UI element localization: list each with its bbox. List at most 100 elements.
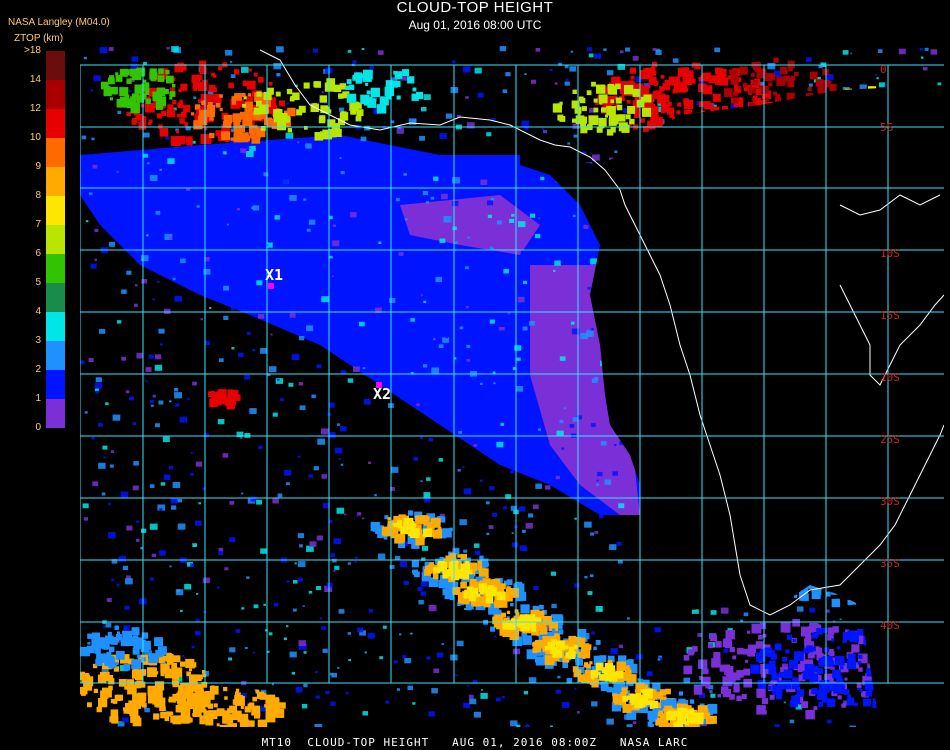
cloud-pixel [693,686,703,695]
legend-tick-label: 9 [35,161,41,172]
cloud-pixel [863,698,871,707]
cloud-pixel [141,279,148,284]
cloud-pixel [511,542,518,548]
cloud-pixel [710,610,717,615]
cloud-pixel [829,84,837,92]
cloud-pixel [131,627,140,636]
cloud-pixel [407,76,415,84]
cloud-pixel [646,671,653,677]
cloud-pixel [111,716,119,724]
cloud-pixel [171,46,179,53]
cloud-pixel [316,535,323,541]
cloud-pixel [728,631,733,635]
cloud-pixel [708,643,714,649]
cloud-pixel [642,107,652,117]
cloud-pixel [246,576,250,579]
cloud-pixel [217,419,225,425]
cloud-pixel [235,688,240,692]
cloud-pixel [677,716,681,720]
cloud-pixel [150,404,154,407]
cloud-pixel [176,692,181,698]
cloud-pixel [649,723,654,727]
cloud-pixel [625,114,631,120]
cloud-pixel [449,527,453,532]
satellite-map: 0 5S 10S 15S 20S 25S 30S 35S 40S X1 X2 [80,45,944,727]
cloud-pixel [389,298,396,303]
cloud-pixel [121,289,127,294]
cloud-pixel [136,67,146,77]
cloud-pixel [180,258,186,263]
cloud-pixel [506,579,513,585]
cloud-pixel [256,499,262,505]
cloud-pixel [636,654,643,660]
cloud-pixel [177,498,182,503]
cloud-pixel [761,698,768,705]
cloud-pixel [114,625,119,630]
cloud-pixel [792,618,800,627]
cloud-pixel [203,269,211,275]
cloud-pixel [180,83,188,91]
cloud-pixel [333,538,341,545]
cloud-pixel [729,69,735,75]
cloud-pixel [82,503,89,509]
cloud-pixel [422,293,429,299]
cloud-pixel [759,622,767,630]
latitude-label: 25S [880,433,900,446]
cloud-pixel [158,328,165,334]
cloud-pixel [91,137,95,141]
cloud-pixel [599,675,603,679]
cloud-pixel [593,646,597,651]
cloud-pixel [478,302,484,308]
cloud-pixel [122,717,129,723]
cloud-pixel [709,690,713,694]
cloud-pixel [723,88,733,97]
cloud-pixel [227,723,237,727]
cloud-pixel [778,671,785,678]
cloud-pixel [739,66,748,75]
cloud-pixel [538,428,542,431]
cloud-pixel [637,678,640,681]
cloud-pixel [103,456,106,459]
cloud-pixel [606,70,614,76]
cloud-pixel [311,394,316,399]
cloud-pixel [430,517,441,528]
cloud-pixel [724,640,733,648]
cloud-pixel [577,629,587,638]
cloud-pixel [572,118,577,123]
cloud-pixel [129,68,138,77]
cloud-pixel [185,716,192,723]
cloud-pixel [94,228,99,232]
cloud-pixel [215,102,221,108]
cloud-pixel [245,101,253,110]
cloud-pixel [439,133,447,139]
cloud-pixel [513,648,521,655]
cloud-pixel [270,333,273,336]
cloud-pixel [558,623,563,628]
cloud-pixel [275,91,281,97]
cloud-pixel [169,92,174,97]
site-marker-label: X2 [373,385,391,403]
cloud-pixel [336,423,341,426]
cloud-pixel [154,364,163,371]
cloud-pixel [154,637,163,647]
cloud-pixel [408,510,414,516]
cloud-pixel [587,591,593,595]
cloud-pixel [626,724,633,727]
cloud-pixel [428,605,437,612]
cloud-pixel [516,357,521,361]
cloud-pixel [510,603,514,607]
cloud-pixel [399,561,407,567]
cloud-pixel [442,572,449,579]
cloud-pixel [322,648,328,653]
cloud-pixel [698,659,708,669]
cloud-pixel [172,99,177,105]
cloud-pixel [488,525,494,530]
cloud-pixel [314,132,324,141]
cloud-pixel [302,605,305,608]
cloud-pixel [452,60,456,64]
cloud-pixel [591,81,596,87]
cloud-pixel [394,80,401,87]
cloud-pixel [624,85,634,95]
cloud-pixel [286,580,290,583]
latitude-label: 5S [880,121,893,134]
